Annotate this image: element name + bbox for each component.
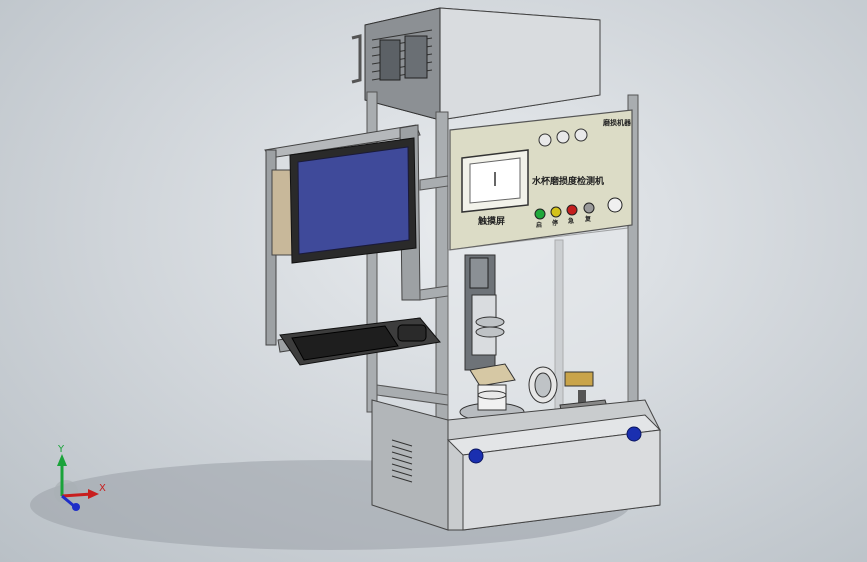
button-label-3: 急 — [568, 217, 574, 225]
emergency-button[interactable] — [607, 197, 623, 213]
knob-1[interactable] — [538, 133, 552, 147]
cad-viewport: 水杯磨损度检测机 触摸屏 磨损机器 启 停 急 复 Y X — [0, 0, 867, 562]
panel-corner-label: 磨损机器 — [603, 118, 632, 127]
front-control-panel: 水杯磨损度检测机 触摸屏 磨损机器 启 停 急 复 — [449, 109, 633, 251]
base-button-right[interactable] — [626, 426, 642, 442]
base-cabinet — [371, 399, 662, 531]
panel-sub-label: 触摸屏 — [477, 215, 505, 227]
button-label-4: 复 — [584, 215, 592, 223]
monitor-screen[interactable] — [297, 146, 410, 255]
knob-3[interactable] — [574, 128, 588, 142]
yellow-button[interactable] — [550, 206, 562, 218]
top-control-box — [351, 7, 601, 121]
panel-title: 水杯磨损度检测机 — [532, 175, 604, 187]
x-axis-label: X — [99, 483, 106, 494]
mouse[interactable] — [397, 324, 427, 342]
button-label-1: 启 — [536, 221, 542, 229]
knob-2[interactable] — [556, 130, 570, 144]
button-label-2: 停 — [552, 219, 558, 227]
base-button-left[interactable] — [468, 448, 484, 464]
selector-button[interactable] — [583, 202, 595, 214]
stop-button[interactable] — [566, 204, 578, 216]
start-button[interactable] — [534, 208, 546, 220]
monitor-arm — [264, 124, 441, 366]
y-axis-label: Y — [57, 444, 65, 455]
machine-drawing: 水杯磨损度检测机 触摸屏 磨损机器 启 停 急 复 Y X — [30, 7, 662, 550]
